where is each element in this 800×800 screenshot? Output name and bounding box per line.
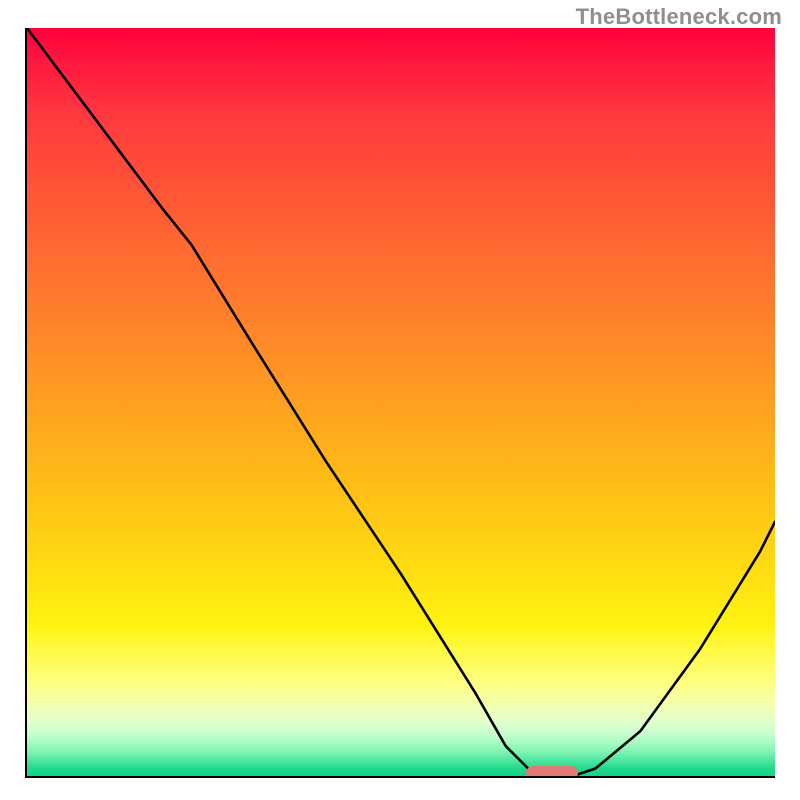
plot-area (25, 28, 775, 778)
line-curve (27, 28, 775, 776)
watermark-text: TheBottleneck.com (576, 4, 782, 30)
chart-container: TheBottleneck.com (0, 0, 800, 800)
curve-path (27, 28, 775, 776)
minimum-marker (526, 766, 578, 778)
